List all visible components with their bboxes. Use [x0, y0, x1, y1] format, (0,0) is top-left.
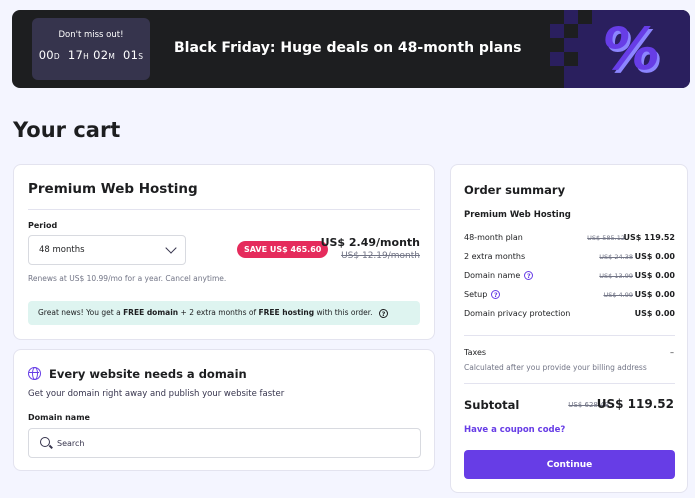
banner-title: Black Friday: Huge deals on 48-month pla… [174, 40, 522, 56]
summary-row-setup: Setup? US$ 4.99 US$ 0.00 [464, 290, 675, 299]
countdown-label: Don't miss out! [58, 30, 124, 40]
countdown-digits: 00D 17H 02M 01S [38, 48, 144, 62]
summary-row-domain: Domain name? US$ 13.99 US$ 0.00 [464, 271, 675, 280]
domain-title: Every website needs a domain [49, 367, 247, 381]
continue-button[interactable]: Continue [464, 450, 675, 479]
taxes-note: Calculated after you provide your billin… [464, 363, 647, 372]
page-title: Your cart [13, 118, 121, 142]
domain-search-input[interactable] [57, 436, 397, 451]
monthly-price: US$ 2.49/month [320, 236, 420, 249]
countdown-timer: Don't miss out! 00D 17H 02M 01S [32, 18, 150, 80]
countdown-hours: 17 [67, 48, 84, 62]
search-icon [40, 437, 50, 447]
help-icon[interactable]: ? [524, 271, 534, 280]
promo-banner[interactable]: Don't miss out! 00D 17H 02M 01S Black Fr… [12, 10, 690, 88]
taxes-value: – [670, 348, 674, 357]
help-icon[interactable]: ? [491, 290, 501, 299]
taxes-label: Taxes [464, 348, 487, 357]
coupon-link[interactable]: Have a coupon code? [464, 425, 565, 435]
globe-icon [28, 367, 41, 380]
old-monthly-price: US$ 12.19/month [341, 251, 420, 261]
subtotal-label: Subtotal [464, 398, 520, 412]
summary-row-privacy: Domain privacy protection US$ 0.00 [464, 309, 675, 318]
divider [28, 209, 420, 210]
summary-plan-name: Premium Web Hosting [464, 210, 571, 220]
domain-card: Every website needs a domain Get your do… [13, 349, 435, 471]
countdown-minutes: 02 [93, 48, 109, 62]
renewal-note: Renews at US$ 10.99/mo for a year. Cance… [28, 274, 227, 283]
percent-icon: % [597, 15, 665, 83]
percent-graphic: % [550, 10, 690, 88]
domain-subtitle: Get your domain right away and publish y… [28, 389, 285, 399]
chevron-down-icon [165, 242, 177, 254]
order-summary-title: Order summary [464, 183, 566, 197]
free-offer-banner: Great news! You get a FREE domain + 2 ex… [28, 301, 420, 325]
countdown-seconds: 01 [123, 48, 139, 62]
save-badge: SAVE US$ 465.60 [237, 241, 329, 258]
countdown-days: 00 [38, 48, 54, 62]
summary-row-extra-months: 2 extra months US$ 24.38 US$ 0.00 [464, 252, 675, 261]
divider [464, 335, 675, 336]
period-label: Period [28, 221, 58, 230]
domain-search-box[interactable] [28, 428, 421, 458]
domain-name-label: Domain name [28, 413, 90, 422]
period-value: 48 months [39, 245, 85, 255]
subtotal-value: US$ 119.52 [596, 397, 674, 411]
order-summary-card: Order summary Premium Web Hosting 48-mon… [450, 164, 688, 493]
hosting-title: Premium Web Hosting [28, 181, 198, 197]
divider [464, 383, 675, 384]
summary-row-plan: 48-month plan US$ 585.12 US$ 119.52 [464, 233, 675, 242]
hosting-card: Premium Web Hosting Period 48 months SAV… [13, 164, 435, 340]
help-icon[interactable]: ? [378, 308, 388, 318]
period-select[interactable]: 48 months [28, 235, 186, 265]
